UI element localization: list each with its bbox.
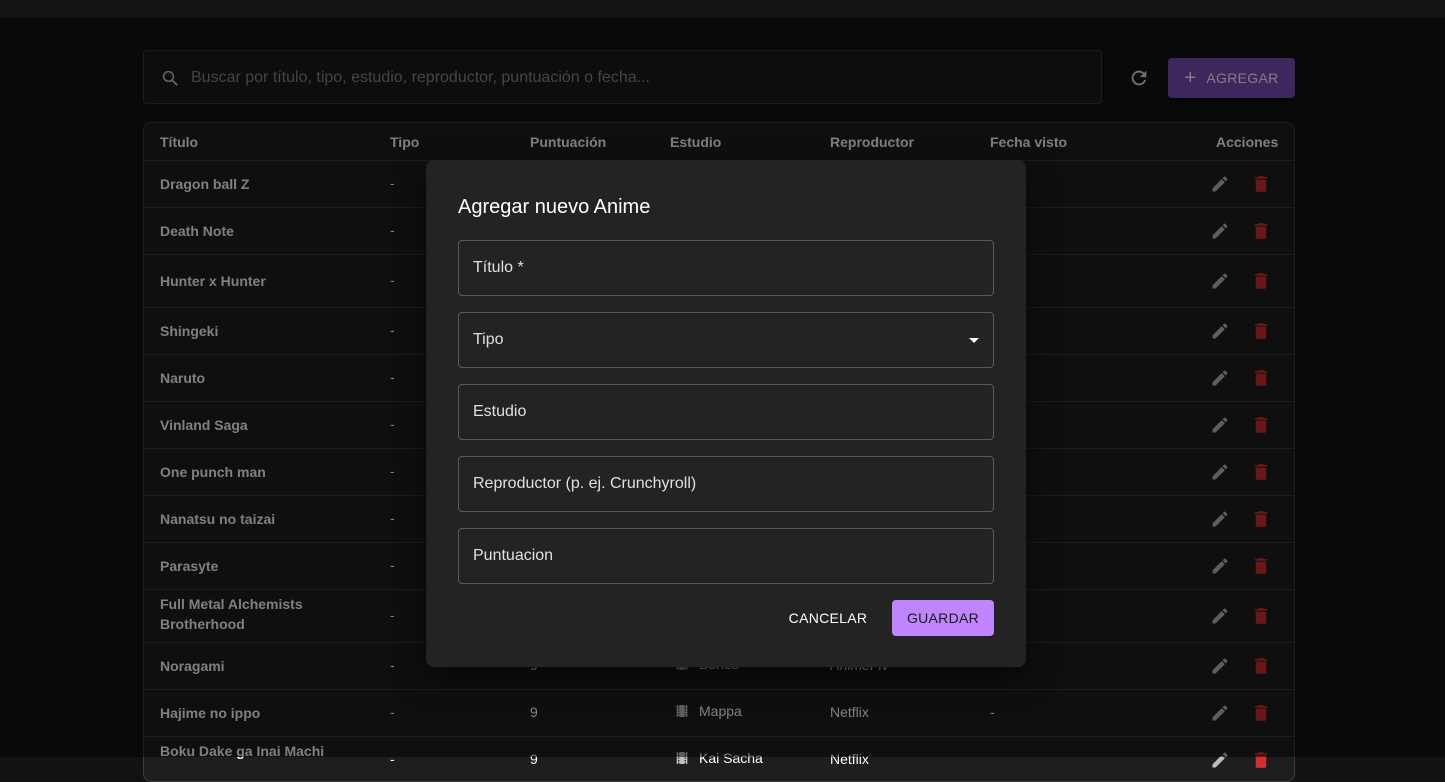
tipo-select[interactable]: Tipo	[458, 312, 994, 368]
dialog-title: Agregar nuevo Anime	[458, 196, 651, 218]
tipo-select-label: Tipo	[473, 331, 504, 348]
puntuacion-field-label: Puntuacion	[473, 547, 554, 564]
estudio-field-label: Estudio	[473, 403, 527, 420]
titulo-field[interactable]: Título *	[458, 240, 994, 296]
reproductor-field[interactable]: Reproductor (p. ej. Crunchyroll)	[458, 456, 994, 512]
puntuacion-field[interactable]: Puntuacion	[458, 528, 994, 584]
dropdown-arrow-icon	[969, 338, 979, 343]
add-anime-dialog: Agregar nuevo Anime Título * Tipo Estudi…	[426, 160, 1026, 667]
titulo-field-label: Título *	[473, 259, 524, 276]
cancel-button[interactable]: CANCELAR	[783, 600, 873, 636]
save-button[interactable]: GUARDAR	[892, 600, 994, 636]
reproductor-field-label: Reproductor (p. ej. Crunchyroll)	[473, 475, 697, 492]
estudio-field[interactable]: Estudio	[458, 384, 994, 440]
